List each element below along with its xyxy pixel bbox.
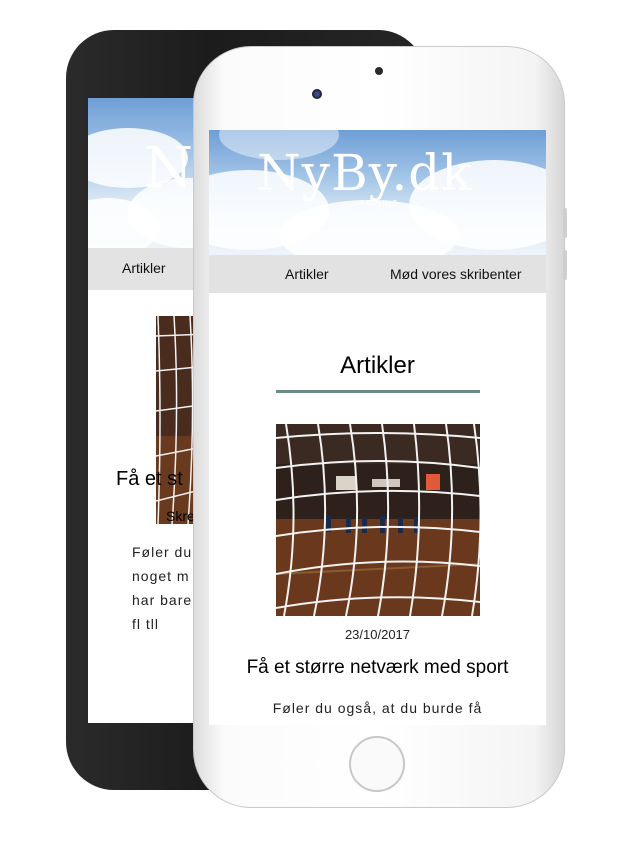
volume-down-button[interactable] xyxy=(563,250,567,280)
back-article-author: Skre xyxy=(166,508,195,524)
home-button[interactable] xyxy=(349,736,405,792)
back-article-text: Føler du noget m har bare fl tll xyxy=(132,540,192,636)
front-phone-screen: NyBy.dk AARHUS Artikler Mød vores skribe… xyxy=(209,130,546,725)
back-text-line: noget m xyxy=(132,568,190,584)
article-excerpt: Føler du også, at du burde få xyxy=(272,700,483,716)
site-logo[interactable]: NyBy.dk xyxy=(257,144,473,202)
site-logo-subtitle: AARHUS xyxy=(359,199,399,208)
article-title[interactable]: Få et større netværk med sport xyxy=(209,657,546,679)
back-phone-screen: Ny Artikler Få et st Skre Føler du noget… xyxy=(88,98,208,723)
volume-up-button[interactable] xyxy=(563,208,567,238)
nav-item-skribenter[interactable]: Mød vores skribenter xyxy=(390,266,521,282)
back-text-line: har bare xyxy=(132,592,193,608)
back-text-line: Føler du xyxy=(132,544,193,560)
back-article-title: Få et st xyxy=(116,468,183,490)
back-nav-item-artikler[interactable]: Artikler xyxy=(122,260,166,276)
front-speaker-icon xyxy=(375,67,383,75)
title-divider xyxy=(276,390,480,393)
article-image[interactable] xyxy=(276,424,480,616)
back-site-header: Ny xyxy=(88,98,208,248)
site-nav: Artikler Mød vores skribenter xyxy=(209,255,546,293)
back-site-nav: Artikler xyxy=(88,248,208,290)
page-title: Artikler xyxy=(340,352,415,379)
front-camera-icon xyxy=(312,89,322,99)
back-text-line: fl tll xyxy=(132,616,159,632)
site-header: NyBy.dk AARHUS xyxy=(209,130,546,255)
article-date: 23/10/2017 xyxy=(344,627,411,642)
nav-item-artikler[interactable]: Artikler xyxy=(285,266,329,282)
